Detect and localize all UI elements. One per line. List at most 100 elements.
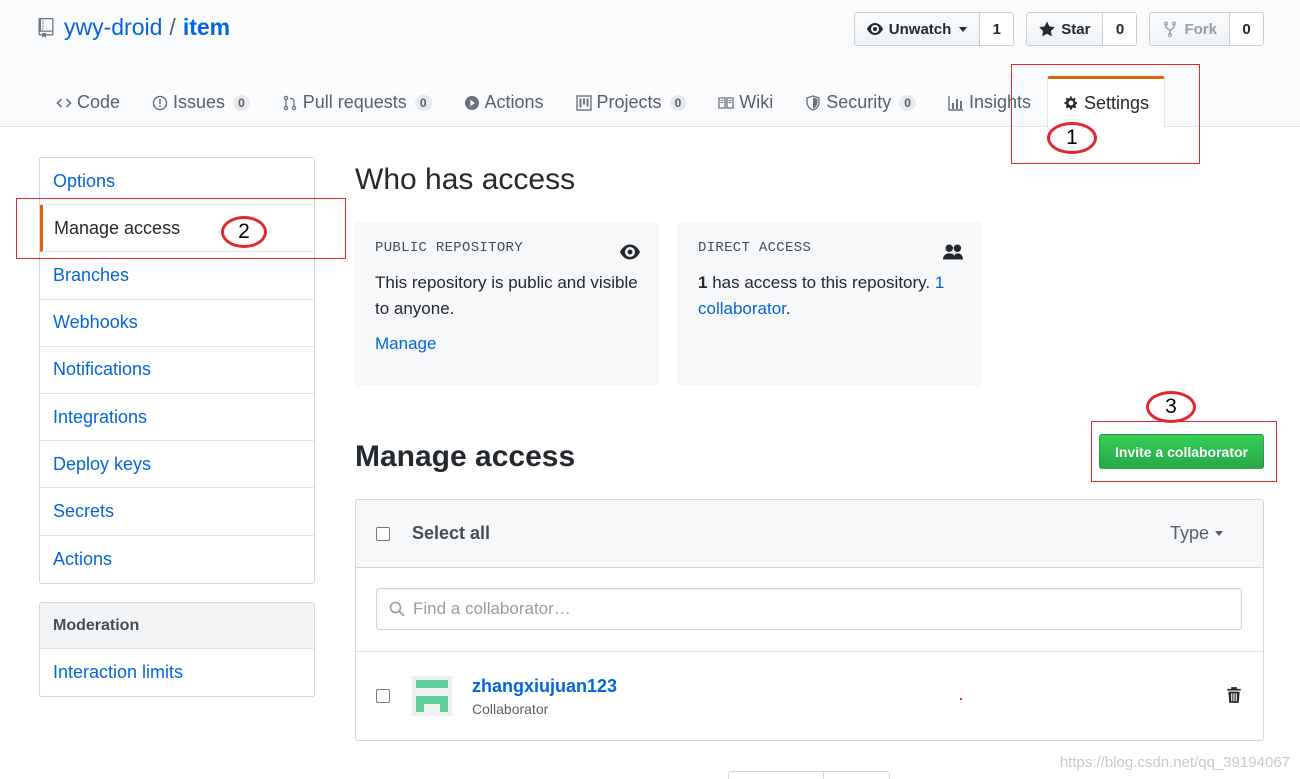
- manage-access-title: Manage access: [355, 440, 576, 473]
- tab-code-label: Code: [77, 92, 121, 112]
- select-all-checkbox[interactable]: [376, 526, 390, 541]
- people-icon: [943, 244, 963, 260]
- search-row: [356, 568, 1263, 652]
- trash-icon[interactable]: [1225, 686, 1243, 704]
- annotation-box-1: [1011, 64, 1200, 164]
- public-repository-text: This repository is public and visible to…: [375, 273, 638, 318]
- fork-label: Fork: [1184, 20, 1217, 38]
- tab-wiki[interactable]: Wiki: [702, 76, 789, 127]
- annotation-number-2: 2: [238, 220, 250, 243]
- chevron-down-icon: [959, 26, 968, 32]
- sidebar-item-notifications[interactable]: Notifications: [40, 347, 314, 394]
- sidebar-item-webhooks[interactable]: Webhooks: [40, 300, 314, 347]
- manage-visibility-link[interactable]: Manage: [375, 334, 638, 354]
- annotation-number-1: 1: [1066, 126, 1078, 149]
- member-role: Collaborator: [472, 700, 549, 717]
- member-info: zhangxiujuan123 Collaborator: [472, 676, 617, 717]
- annotation-marker-2: 2: [221, 216, 267, 248]
- security-counter: 0: [899, 94, 916, 111]
- tab-security-label: Security: [826, 92, 892, 112]
- moderation-heading: Moderation: [40, 603, 314, 649]
- search-icon: [389, 601, 405, 617]
- tab-projects[interactable]: Projects 0: [560, 76, 703, 127]
- watermark: https://blog.csdn.net/qq_39194067: [1059, 754, 1290, 771]
- unwatch-label: Unwatch: [888, 20, 952, 38]
- public-repository-box: PUBLIC REPOSITORY This repository is pub…: [355, 222, 658, 384]
- tab-code[interactable]: Code: [40, 76, 136, 127]
- repo-separator: /: [169, 14, 176, 40]
- table-row: zhangxiujuan123 Collaborator: [356, 652, 1263, 740]
- project-icon: [575, 94, 592, 111]
- pagination: [728, 771, 890, 779]
- annotation-marker-3: 3: [1146, 391, 1196, 423]
- issues-counter: 0: [233, 94, 250, 111]
- sidebar-item-deploy-keys[interactable]: Deploy keys: [40, 441, 314, 489]
- type-filter-label: Type: [1169, 523, 1209, 543]
- fork-button[interactable]: Fork: [1150, 13, 1230, 45]
- who-has-access-title: Who has access: [355, 163, 576, 196]
- direct-access-text: 1 has access to this repository. 1 colla…: [698, 270, 961, 322]
- repo-tabs: Code Issues 0 Pull requests 0 Actions Pr…: [40, 76, 1166, 128]
- forks-count[interactable]: 0: [1230, 13, 1263, 45]
- tab-projects-label: Projects: [596, 92, 662, 112]
- eye-icon: [620, 244, 640, 260]
- star-label: Star: [1061, 20, 1091, 38]
- member-checkbox[interactable]: [376, 689, 390, 703]
- sidebar-item-integrations[interactable]: Integrations: [40, 394, 314, 442]
- avatar[interactable]: [412, 676, 452, 716]
- public-repository-label: PUBLIC REPOSITORY: [375, 240, 523, 256]
- type-filter-dropdown[interactable]: Type: [1170, 523, 1223, 544]
- identicon-icon: [412, 676, 452, 716]
- star-button[interactable]: Star: [1027, 13, 1104, 45]
- tab-issues[interactable]: Issues 0: [136, 76, 266, 127]
- fork-group: Fork 0: [1149, 12, 1264, 46]
- select-all-label: Select all: [412, 523, 491, 543]
- repo-title: ywy-droid / item: [38, 14, 230, 41]
- direct-access-period: .: [785, 299, 791, 318]
- stars-count[interactable]: 0: [1103, 13, 1137, 45]
- member-name-link[interactable]: zhangxiujuan123: [472, 676, 617, 697]
- annotation-box-3: [1091, 421, 1277, 482]
- collaborators-table: Select all Type zhangxiujuan123 Collabor…: [355, 499, 1264, 741]
- projects-counter: 0: [669, 94, 687, 111]
- issue-icon: [152, 95, 168, 110]
- stray-mark: [960, 698, 962, 700]
- annotation-marker-1: 1: [1047, 122, 1097, 154]
- table-header: Select all Type: [356, 500, 1263, 568]
- code-icon: [56, 97, 72, 108]
- unwatch-button[interactable]: Unwatch: [854, 13, 981, 45]
- direct-access-label: DIRECT ACCESS: [698, 240, 812, 256]
- eye-icon: [866, 23, 883, 35]
- repo-book-icon: [38, 17, 54, 38]
- shield-icon: [806, 94, 820, 111]
- watch-group: Unwatch 1: [853, 12, 1015, 46]
- star-group: Star 0: [1026, 12, 1138, 46]
- play-icon: [464, 95, 479, 110]
- tab-pull-requests[interactable]: Pull requests 0: [266, 76, 448, 127]
- tab-actions[interactable]: Actions: [448, 76, 560, 127]
- fork-icon: [1164, 21, 1177, 37]
- direct-access-box: DIRECT ACCESS 1 has access to this repos…: [678, 222, 981, 384]
- pull-requests-counter: 0: [414, 94, 432, 111]
- sidebar-item-interaction-limits[interactable]: Interaction limits: [40, 649, 314, 696]
- find-collaborator-input[interactable]: [413, 599, 1213, 619]
- pull-request-icon: [283, 95, 296, 110]
- tab-issues-label: Issues: [173, 92, 226, 112]
- pagehead-actions: Unwatch 1 Star 0 Fork 0: [853, 12, 1264, 46]
- watchers-count[interactable]: 1: [980, 13, 1014, 45]
- sidebar-item-branches[interactable]: Branches: [40, 252, 314, 300]
- repo-name-link[interactable]: item: [183, 14, 230, 41]
- annotation-box-2: [16, 198, 346, 259]
- book-icon: [718, 96, 734, 109]
- tab-pull-requests-label: Pull requests: [302, 92, 407, 112]
- search-field: [376, 588, 1242, 630]
- repo-owner-link[interactable]: ywy-droid: [64, 14, 162, 41]
- star-icon: [1039, 21, 1056, 37]
- sidebar-item-actions[interactable]: Actions: [40, 536, 314, 583]
- tab-actions-label: Actions: [484, 92, 544, 112]
- sidebar-item-secrets[interactable]: Secrets: [40, 488, 314, 536]
- annotation-number-3: 3: [1165, 395, 1177, 418]
- tab-security[interactable]: Security 0: [789, 76, 932, 127]
- direct-access-mid-text: has access to this repository.: [707, 273, 935, 292]
- graph-icon: [948, 95, 963, 111]
